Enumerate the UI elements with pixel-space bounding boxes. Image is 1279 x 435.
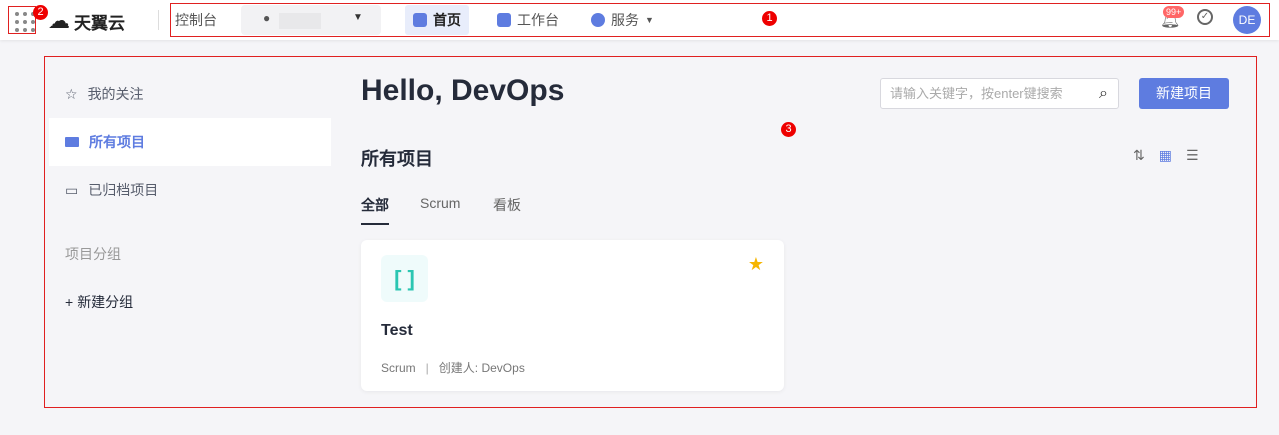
top-navbar: ☁ 天翼云 控制台 ● ▼ 首页 工作台 服务 ▼ 🔔︎ 99+ ✓ DE [0,0,1279,40]
annotation-box-1 [170,3,1270,37]
logo[interactable]: ☁ 天翼云 [48,8,125,34]
divider [158,10,159,30]
marker-2: 2 [33,5,48,20]
app-grid-icon[interactable] [8,6,36,34]
annotation-box-3 [44,56,1257,408]
marker-1: 1 [762,11,777,26]
cloud-icon: ☁ [48,8,70,33]
